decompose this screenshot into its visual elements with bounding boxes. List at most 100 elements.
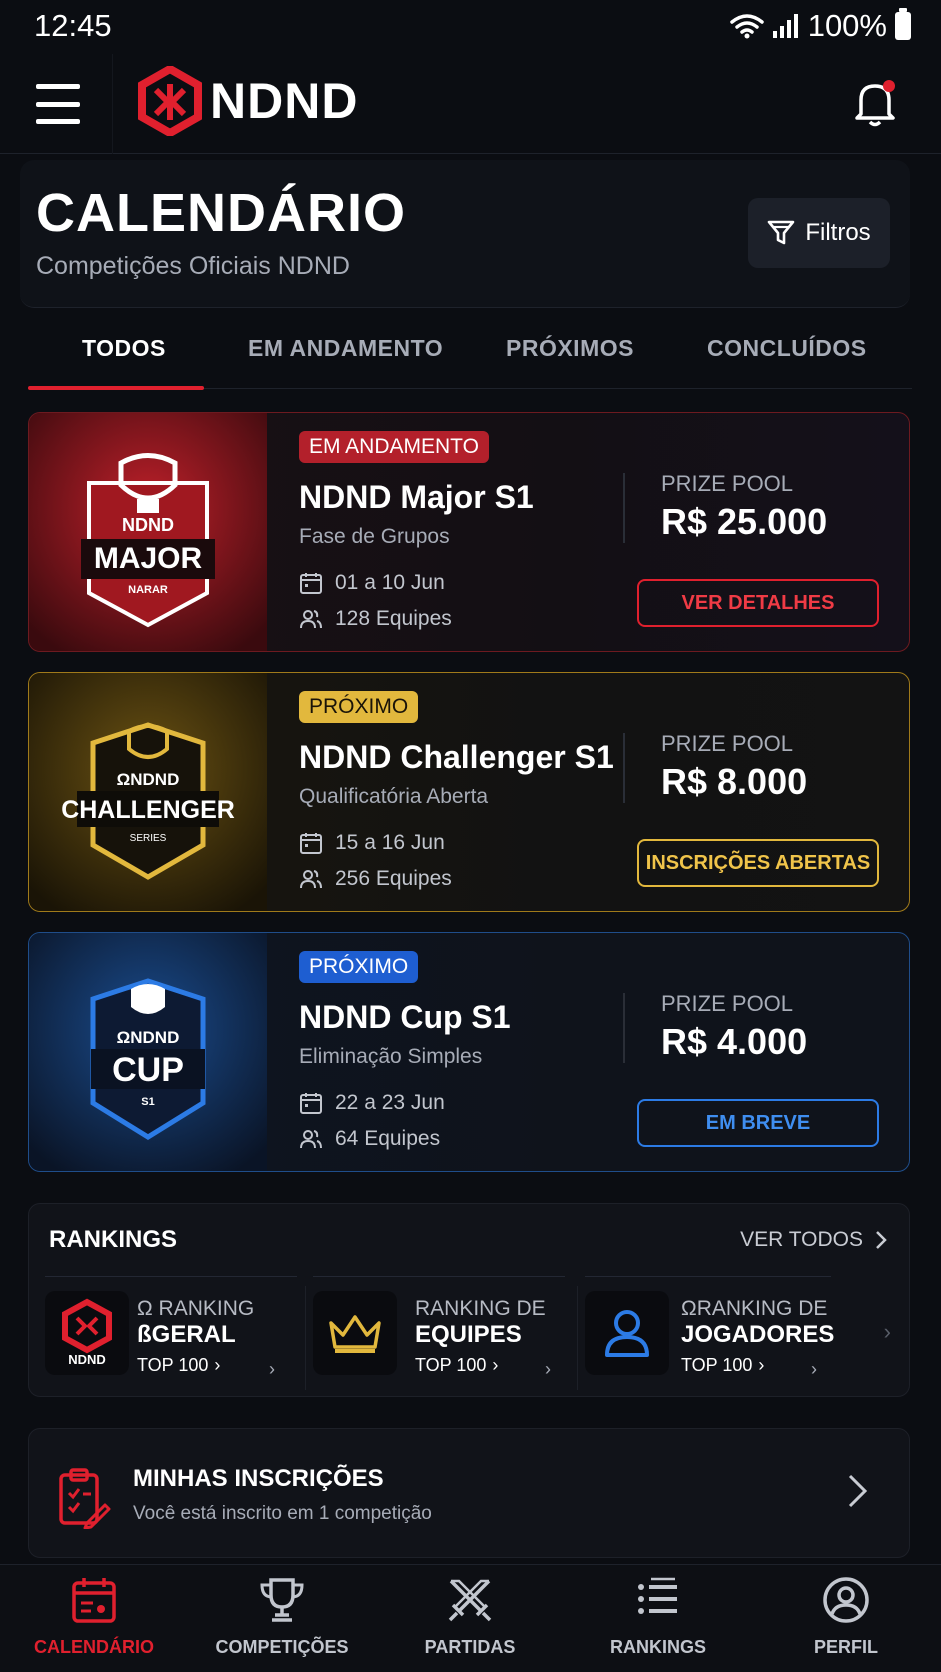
calendar-icon	[300, 573, 322, 594]
app-header: NDND	[0, 54, 941, 154]
users-icon	[300, 870, 322, 889]
ranking-top: TOP 100 ›	[415, 1355, 498, 1376]
my-registrations-card[interactable]: MINHAS INSCRIÇÕES Você está inscrito em …	[28, 1428, 910, 1558]
competition-card[interactable]: ΩNDND CUP S1 PRÓXIMO NDND Cup S1 Elimina…	[28, 932, 910, 1172]
ranking-item-equipes[interactable]: RANKING DE EQUIPES TOP 100 › ›	[313, 1276, 565, 1380]
bottom-navigation: CALENDÁRIO COMPETIÇÕES PARTIDAS RANKINGS…	[0, 1564, 941, 1672]
active-tab-indicator	[28, 386, 204, 390]
vertical-separator	[623, 733, 625, 803]
ranking-line2: ßGERAL	[137, 1321, 236, 1348]
my-registrations-subtitle: Você está inscrito em 1 competição	[133, 1503, 432, 1524]
teams-text: 64 Equipes	[335, 1127, 441, 1150]
ranking-item-jogadores[interactable]: ΩRANKING DE JOGADORES TOP 100 › ›	[585, 1276, 835, 1380]
banner-title: CHALLENGER	[61, 796, 235, 824]
banner-title: MAJOR	[94, 542, 203, 575]
competition-teams: 128 Equipes	[299, 607, 452, 631]
nav-partidas[interactable]: PARTIDAS	[376, 1575, 564, 1671]
calendar-icon	[300, 1093, 322, 1114]
tab-todos[interactable]: TODOS	[82, 335, 166, 362]
dates-text: 01 a 10 Jun	[335, 571, 445, 594]
list-icon	[638, 1577, 677, 1614]
ranking-top-label: TOP 100	[415, 1355, 487, 1375]
rankings-title: RANKINGS	[49, 1226, 178, 1253]
filter-icon	[768, 220, 795, 245]
chevron-right-icon	[876, 1231, 887, 1249]
signal-icon	[772, 14, 798, 38]
major-banner-art: NDND MAJOR NARAR	[29, 413, 267, 651]
filters-label: Filtros	[805, 219, 871, 246]
competition-stage: Eliminação Simples	[299, 1045, 483, 1068]
nav-competicoes[interactable]: COMPETIÇÕES	[188, 1575, 376, 1671]
status-bar: 12:45 100%	[0, 0, 941, 54]
ranking-top: TOP 100 ›	[137, 1355, 220, 1376]
page-subtitle: Competições Oficiais NDND	[36, 252, 350, 280]
cup-banner-art: ΩNDND CUP S1	[29, 933, 267, 1171]
competition-name: NDND Cup S1	[299, 999, 511, 1035]
prize-value: R$ 4.000	[661, 1021, 808, 1062]
menu-bar	[36, 84, 80, 89]
dates-text: 15 a 16 Jun	[335, 831, 445, 854]
status-badge: PRÓXIMO	[299, 951, 419, 983]
coming-soon-button[interactable]: EM BREVE	[637, 1099, 879, 1147]
tab-proximos[interactable]: PRÓXIMOS	[506, 335, 634, 362]
users-icon	[300, 610, 322, 629]
ranking-top-label: TOP 100	[137, 1355, 209, 1375]
teams-text: 256 Equipes	[335, 867, 452, 890]
competition-dates: 22 a 23 Jun	[299, 1091, 445, 1115]
status-time: 12:45	[34, 8, 112, 43]
ranking-icon-label: NDND	[68, 1352, 106, 1367]
nav-rankings[interactable]: RANKINGS	[564, 1575, 752, 1671]
banner-sub: SERIES	[130, 833, 167, 844]
competition-dates: 01 a 10 Jun	[299, 571, 445, 595]
chevron-right-icon: ›	[269, 1359, 275, 1379]
competition-name: NDND Major S1	[299, 479, 534, 515]
nav-label: PERFIL	[813, 1637, 878, 1657]
status-badge: PRÓXIMO	[299, 691, 419, 723]
teams-text: 128 Equipes	[335, 607, 452, 630]
chevron-right-icon: ›	[214, 1355, 221, 1375]
nav-label: RANKINGS	[609, 1637, 706, 1657]
competition-name: NDND Challenger S1	[299, 739, 614, 775]
ranking-item-geral[interactable]: NDND Ω RANKING ßGERAL TOP 100 › ›	[45, 1276, 297, 1380]
battery-percent: 100%	[807, 8, 887, 43]
prize-label: PRIZE POOL	[661, 471, 794, 496]
prize-value: R$ 8.000	[661, 761, 808, 802]
competition-banner: NDND MAJOR NARAR	[29, 413, 267, 651]
tab-concluidos[interactable]: CONCLUÍDOS	[707, 335, 867, 362]
view-all-rankings-link[interactable]: VER TODOS	[740, 1228, 887, 1252]
wifi-icon	[729, 14, 764, 39]
prize-value: R$ 25.000	[661, 501, 828, 542]
filters-button[interactable]: Filtros	[748, 198, 890, 268]
brand-logo[interactable]: NDND	[138, 66, 358, 136]
header-divider	[112, 54, 113, 154]
competition-card[interactable]: NDND MAJOR NARAR EM ANDAMENTO NDND Major…	[28, 412, 910, 652]
tab-em-andamento[interactable]: EM ANDAMENTO	[248, 335, 443, 362]
view-details-button[interactable]: VER DETALHES	[637, 579, 879, 627]
nav-label: COMPETIÇÕES	[215, 1637, 349, 1657]
competition-stage: Fase de Grupos	[299, 525, 450, 548]
competition-card[interactable]: ΩNDND CHALLENGER SERIES PRÓXIMO NDND Cha…	[28, 672, 910, 912]
banner-title: CUP	[112, 1051, 184, 1089]
ranking-line1: Ω RANKING	[137, 1297, 255, 1320]
page-header: CALENDÁRIO Competições Oficiais NDND Fil…	[20, 160, 910, 308]
banner-brand: NDND	[122, 515, 174, 535]
competition-banner: ΩNDND CHALLENGER SERIES	[29, 673, 267, 911]
status-tabs: TODOS EM ANDAMENTO PRÓXIMOS CONCLUÍDOS	[28, 315, 912, 390]
vertical-separator	[623, 473, 625, 543]
nav-calendario[interactable]: CALENDÁRIO	[0, 1575, 188, 1671]
open-registrations-button[interactable]: INSCRIÇÕES ABERTAS	[637, 839, 879, 887]
competition-stage: Qualificatória Aberta	[299, 785, 489, 808]
calendar-icon	[300, 833, 322, 854]
nav-perfil[interactable]: PERFIL	[752, 1575, 940, 1671]
status-indicators: 100%	[729, 8, 911, 44]
profile-icon	[823, 1577, 869, 1623]
prize-label: PRIZE POOL	[661, 731, 794, 756]
scroll-more-chevron-icon[interactable]: ›	[884, 1319, 891, 1345]
menu-button[interactable]	[36, 84, 80, 124]
ranking-line2: JOGADORES	[681, 1321, 835, 1348]
notification-bell-icon[interactable]	[853, 78, 897, 128]
ndnd-logo-icon	[138, 66, 202, 136]
dates-text: 22 a 23 Jun	[335, 1091, 445, 1114]
ranking-divider	[305, 1286, 306, 1390]
crossed-swords-icon	[448, 1579, 492, 1622]
